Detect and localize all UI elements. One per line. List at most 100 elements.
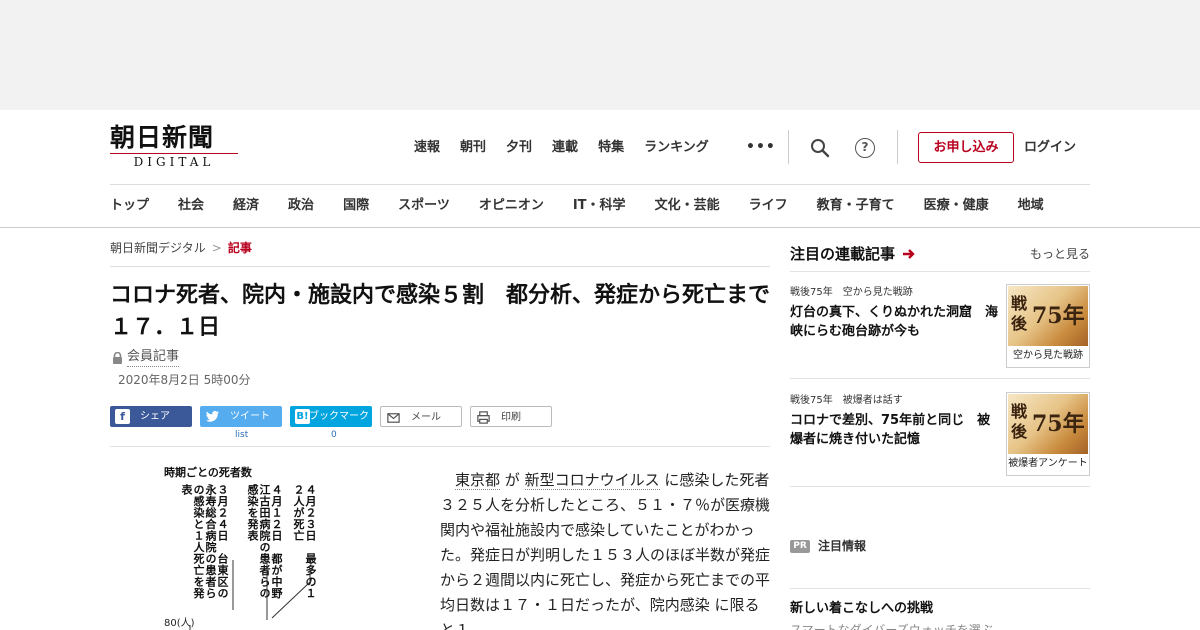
pr-article-subtitle[interactable]: スマートなダイバーズウォッチを選ぶ — [790, 622, 993, 630]
card-divider — [790, 486, 1090, 487]
cat-sports[interactable]: スポーツ — [398, 185, 450, 228]
twitter-share-button[interactable]: ツイート — [200, 406, 282, 427]
breadcrumb-home[interactable]: 朝日新聞デジタル — [110, 241, 206, 255]
lock-icon — [113, 351, 122, 364]
sidebar-heading-label: 注目の連載記事 — [790, 245, 896, 263]
article-title: コロナ死者、院内・施設内で感染５割 都分析、発症から死亡まで１７．１日 — [110, 283, 771, 340]
nav-sokuho[interactable]: 速報 — [414, 138, 440, 158]
logo-main-text: 朝日新聞 — [110, 123, 215, 152]
header-divider — [788, 130, 789, 164]
keyword-link-coronavirus[interactable]: 新型コロナウイルス — [524, 471, 660, 490]
graphic-axis-label: 80(人) — [164, 618, 195, 630]
cat-politics[interactable]: 政治 — [288, 185, 314, 228]
nav-rensai[interactable]: 連載 — [552, 138, 578, 158]
series-card-title: 灯台の真下、くりぬかれた洞窟 海峡にらむ砲台跡が今も — [790, 305, 999, 339]
series-card-thumbnail[interactable]: 戦 後 75年 被爆者アンケート — [1006, 392, 1090, 476]
category-nav: トップ 社会 経済 政治 国際 スポーツ オピニオン IT・科学 文化・芸能 ラ… — [110, 184, 1090, 228]
thumbnail-image: 戦 後 75年 — [1008, 394, 1088, 454]
login-link[interactable]: ログイン — [1024, 138, 1076, 158]
breadcrumb-separator: > — [211, 241, 222, 255]
hatena-bookmark-button[interactable]: B! ブックマーク — [290, 406, 372, 427]
help-icon[interactable]: ? — [855, 138, 875, 158]
cat-life[interactable]: ライフ — [749, 185, 788, 228]
series-card[interactable]: 戦後75年 被爆者は話す コロナで差別、75年前と同じ 被爆者に焼き付いた記憶 … — [790, 392, 1090, 482]
member-label[interactable]: 会員記事 — [127, 348, 180, 367]
thumbnail-text: 後 — [1011, 422, 1028, 441]
pr-article-title[interactable]: 新しい着こなしへの挑戦 — [790, 600, 933, 618]
nav-tokushu[interactable]: 特集 — [598, 138, 624, 158]
graphic-axis-value: 80 — [164, 618, 177, 629]
member-badge: 会員記事 — [112, 348, 180, 367]
series-card-title: コロナで差別、75年前と同じ 被爆者に焼き付いた記憶 — [790, 413, 991, 447]
pr-label: 注目情報 — [818, 539, 867, 553]
article-date: 2020年8月2日 5時00分 — [118, 373, 251, 387]
twitter-bird-icon — [205, 410, 220, 422]
share-divider — [110, 446, 770, 447]
printer-icon — [477, 411, 490, 424]
series-card-thumbnail[interactable]: 戦 後 75年 空から見た戦跡 — [1006, 284, 1090, 368]
cat-society[interactable]: 社会 — [178, 185, 204, 228]
twitter-list-link[interactable]: list — [235, 429, 248, 441]
arrow-right-icon — [903, 249, 915, 259]
apply-button[interactable]: お申し込み — [918, 132, 1014, 163]
nav-choukan[interactable]: 朝刊 — [460, 138, 486, 158]
sidebar-divider — [790, 271, 1090, 272]
search-icon[interactable] — [810, 138, 830, 158]
facebook-icon: f — [115, 409, 130, 424]
series-card-kicker: 戦後75年 空から見た戦跡 — [790, 287, 913, 298]
thumbnail-number: 75年 — [1032, 411, 1085, 437]
cat-it-science[interactable]: IT・科学 — [573, 185, 626, 228]
cat-region[interactable]: 地域 — [1018, 185, 1044, 228]
thumbnail-caption: 空から見た戦跡 — [1013, 350, 1083, 361]
card-divider — [790, 378, 1090, 379]
mail-icon — [387, 413, 400, 423]
sidebar-heading[interactable]: 注目の連載記事 — [790, 244, 916, 264]
print-label: 印刷 — [501, 412, 521, 423]
body-text: に感染した死者３２５人を分析したところ、５１・７％が医療機関内や福祉施設内で感染… — [440, 471, 771, 630]
keyword-link-tokyo[interactable]: 東京都 — [455, 471, 501, 490]
thumbnail-number: 75年 — [1032, 303, 1085, 329]
thumbnail-caption: 被爆者アンケート — [1008, 458, 1088, 469]
thumbnail-text: 後 — [1011, 314, 1028, 333]
print-button[interactable]: 印刷 — [470, 406, 552, 427]
hatena-bookmark-label: ブックマーク — [309, 411, 369, 422]
graphic-axis-unit: (人) — [176, 618, 195, 629]
facebook-share-button[interactable]: f シェア — [110, 406, 192, 427]
cat-culture[interactable]: 文化・芸能 — [655, 185, 720, 228]
header-divider — [897, 130, 898, 164]
article-graphic: 時期ごとの死者数 ３月２４日 台東区の永寿総合病院の患者らの感染と１人死亡を発表… — [110, 460, 410, 630]
sidebar: 注目の連載記事 もっと見る 戦後75年 空から見た戦跡 灯台の真下、くりぬかれた… — [790, 228, 1090, 630]
cat-economy[interactable]: 経済 — [233, 185, 259, 228]
site-logo[interactable]: 朝日新聞 DIGITAL — [110, 124, 242, 169]
mail-share-label: メール — [411, 412, 441, 423]
logo-sub-text: DIGITAL — [110, 153, 238, 169]
nav-yukan[interactable]: 夕刊 — [506, 138, 532, 158]
twitter-share-label: ツイート — [230, 411, 270, 422]
thumbnail-image: 戦 後 75年 — [1008, 286, 1088, 346]
cat-education[interactable]: 教育・子育て — [817, 185, 895, 228]
mail-share-button[interactable]: メール — [380, 406, 462, 427]
breadcrumb: 朝日新聞デジタル > 記事 — [110, 240, 252, 256]
cat-health[interactable]: 医療・健康 — [924, 185, 989, 228]
top-nav: 速報 朝刊 夕刊 連載 特集 ランキング — [414, 138, 709, 158]
hatena-bookmark-icon: B! — [295, 409, 310, 424]
article-main: 朝日新聞デジタル > 記事 コロナ死者、院内・施設内で感染５割 都分析、発症から死亡… — [110, 228, 770, 630]
pr-divider — [790, 588, 1090, 589]
body-text: が — [500, 471, 525, 489]
facebook-share-label: シェア — [140, 411, 170, 422]
cat-international[interactable]: 国際 — [343, 185, 369, 228]
article-body: 東京都 が 新型コロナウイルス に感染した死者３２５人を分析したところ、５１・７… — [440, 468, 770, 630]
ad-banner-area — [0, 0, 1200, 110]
nav-ranking[interactable]: ランキング — [644, 138, 709, 158]
cat-opinion[interactable]: オピニオン — [479, 185, 544, 228]
series-card-kicker: 戦後75年 被爆者は話す — [790, 395, 903, 406]
breadcrumb-current[interactable]: 記事 — [228, 241, 252, 255]
breadcrumb-divider — [110, 266, 770, 267]
hatena-bookmark-count[interactable]: 0 — [331, 429, 337, 441]
sidebar-more-link[interactable]: もっと見る — [1030, 246, 1090, 262]
pr-badge: PR — [790, 540, 810, 553]
cat-top[interactable]: トップ — [110, 185, 149, 228]
graphic-leader-lines — [189, 560, 311, 630]
series-card[interactable]: 戦後75年 空から見た戦跡 灯台の真下、くりぬかれた洞窟 海峡にらむ砲台跡が今も… — [790, 284, 1090, 374]
more-menu-icon[interactable]: ••• — [746, 137, 776, 157]
